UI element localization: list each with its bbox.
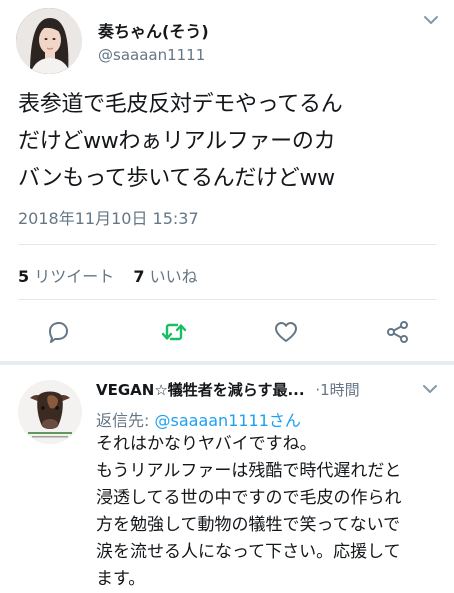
user-handle[interactable]: @saaaan1111: [98, 46, 205, 64]
tweet-timestamp[interactable]: 2018年11月10日 15:37: [18, 205, 199, 229]
like-stat[interactable]: 7 いいね: [133, 267, 197, 286]
retweet-icon: [161, 323, 187, 341]
mention-link[interactable]: @saaaan1111さん: [155, 411, 301, 430]
tweet-text: 表参道で毛皮反対デモやってるん だけどwwわぁリアルファーのカ バンもって歩いて…: [18, 92, 343, 191]
share-icon: [387, 321, 408, 343]
like-count: 7: [133, 267, 145, 286]
like-button[interactable]: [272, 318, 300, 346]
reply-display-name[interactable]: VEGAN☆犠牲者を減らす最...: [96, 381, 305, 399]
chevron-down-icon: [423, 385, 437, 393]
share-button[interactable]: [384, 318, 412, 346]
user-avatar[interactable]: [16, 8, 82, 74]
replying-to: 返信先: @saaaan1111さん: [96, 407, 301, 431]
cow-avatar-icon: [18, 380, 82, 444]
replying-label: 返信先:: [96, 411, 150, 430]
display-name[interactable]: 奏ちゃん(そう): [98, 18, 209, 42]
divider: [18, 244, 436, 245]
tweet-stats: 5 リツイート 7 いいね: [18, 263, 198, 287]
retweet-count: 5: [18, 267, 30, 286]
reply-text: それはかなりヤバイですね。 もうリアルファーは残酷で時代遅れだと 浸透してる世の…: [96, 434, 402, 589]
section-separator: [0, 361, 454, 365]
reply-avatar[interactable]: [18, 380, 82, 444]
heart-icon: [275, 322, 297, 342]
time-ago: 1時間: [320, 381, 360, 399]
like-stat-label: いいね: [149, 267, 198, 286]
retweet-stat[interactable]: 5 リツイート: [18, 267, 114, 286]
reply-icon: [49, 322, 68, 343]
chevron-down-icon: [424, 16, 438, 24]
tweet-menu-button[interactable]: [420, 10, 442, 30]
user-photo-avatar-icon: [16, 8, 82, 74]
reply-header: VEGAN☆犠牲者を減らす最... ·1時間: [96, 379, 446, 401]
retweet-button[interactable]: [160, 318, 188, 346]
reply-button[interactable]: [44, 318, 72, 346]
divider: [18, 299, 436, 300]
retweet-stat-label: リツイート: [34, 267, 115, 286]
reply-time[interactable]: ·1時間: [315, 381, 359, 399]
reply-menu-button[interactable]: [420, 380, 440, 398]
